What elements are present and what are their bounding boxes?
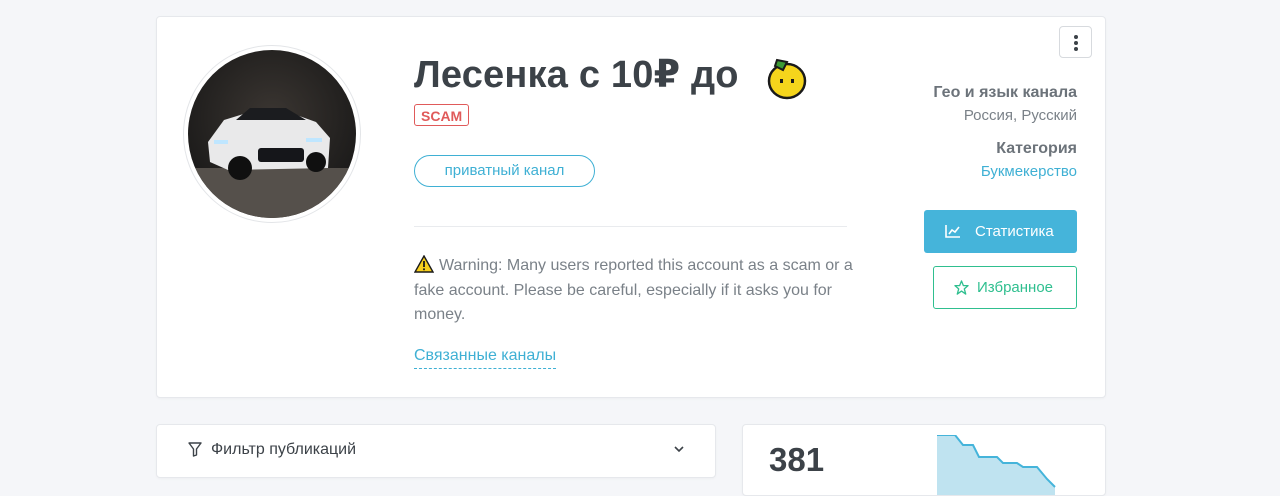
statistics-button[interactable]: Статистика — [924, 210, 1077, 253]
related-channels-link[interactable]: Связанные каналы — [414, 346, 557, 369]
channel-avatar — [183, 45, 361, 223]
warning-text: Warning: Many users reported this accoun… — [414, 257, 853, 323]
category-label: Категория — [996, 140, 1077, 157]
warning-icon — [414, 255, 434, 273]
lemon-emoji-icon — [767, 58, 807, 100]
more-options-button[interactable] — [1059, 26, 1092, 58]
subscriber-sparkline — [937, 435, 1056, 495]
statistics-label: Статистика — [975, 223, 1054, 240]
filter-label: Фильтр публикаций — [211, 441, 357, 458]
scam-warning: Warning: Many users reported this accoun… — [414, 254, 854, 328]
private-channel-tag: приватный канал — [414, 155, 595, 187]
scam-badge: SCAM — [414, 104, 470, 126]
filter-icon — [188, 442, 202, 457]
channel-title: Лесенка с 10₽ до — [414, 54, 739, 96]
star-icon — [954, 280, 969, 295]
more-vertical-icon — [1074, 35, 1078, 39]
category-value-link[interactable]: Букмекерство — [981, 163, 1077, 180]
chevron-down-icon[interactable] — [673, 445, 685, 453]
chart-icon — [945, 225, 960, 238]
divider — [414, 226, 847, 227]
subscribers-card: 381 — [742, 424, 1106, 496]
favorite-label: Избранное — [977, 279, 1054, 296]
post-filter-panel[interactable]: Фильтр публикаций — [156, 424, 716, 478]
favorite-button[interactable]: Избранное — [933, 266, 1077, 309]
subscriber-count: 381 — [769, 441, 825, 478]
geo-label: Гео и язык канала — [933, 84, 1077, 101]
geo-value: Россия, Русский — [963, 107, 1077, 124]
